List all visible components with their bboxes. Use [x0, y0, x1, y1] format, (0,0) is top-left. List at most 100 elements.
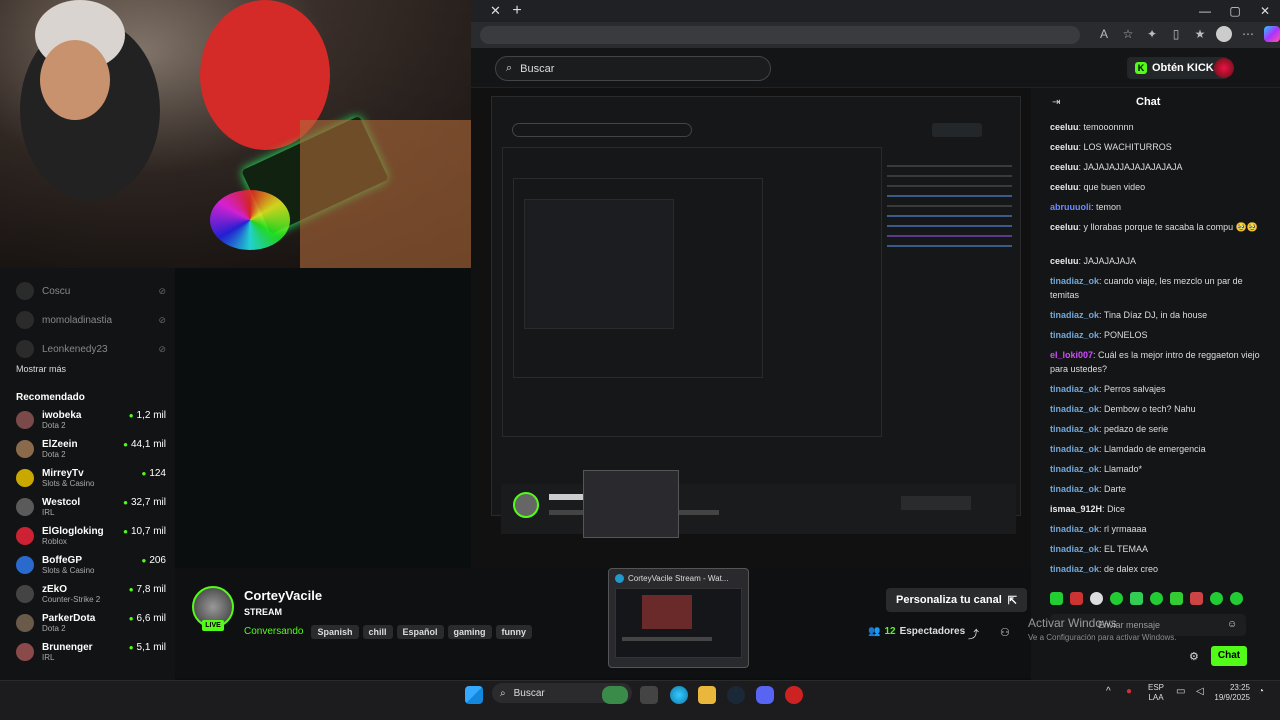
followed-channel[interactable]: Coscu ⊘ [16, 282, 166, 300]
stream-tag[interactable]: funny [495, 625, 533, 639]
steam-icon[interactable] [727, 686, 745, 704]
chat-username[interactable]: abruuuoli [1050, 202, 1091, 212]
recommended-channel[interactable]: iwobekaDota 2 1,2 mil [16, 410, 166, 430]
emote-icon[interactable] [1190, 592, 1203, 605]
share-icon[interactable]: ⤴ [968, 626, 979, 642]
emote-icon[interactable] [1230, 592, 1243, 605]
favorites-icon[interactable]: ★ [1192, 26, 1208, 42]
maximize-button[interactable]: ▢ [1220, 0, 1250, 22]
chat-username[interactable]: tinadiaz_ok [1050, 310, 1099, 320]
new-tab-button[interactable]: + [508, 2, 526, 20]
tray-chevron-icon[interactable]: ^ [1106, 686, 1111, 697]
chat-username[interactable]: tinadiaz_ok [1050, 424, 1099, 434]
chat-username[interactable]: tinadiaz_ok [1050, 484, 1099, 494]
chat-username[interactable]: tinadiaz_ok [1050, 544, 1099, 554]
chat-username[interactable]: ceeluu [1050, 256, 1079, 266]
emote-icon[interactable] [1170, 592, 1183, 605]
volume-icon[interactable]: ◁ [1196, 686, 1204, 697]
recommended-channel[interactable]: BrunengerIRL 5,1 mil [16, 642, 166, 662]
followed-channel[interactable]: Leonkenedy23 ⊘ [16, 340, 166, 358]
edge-browser-icon[interactable] [670, 686, 688, 704]
stream-tag[interactable]: chill [362, 625, 393, 639]
recording-app-icon[interactable] [785, 686, 803, 704]
url-field[interactable] [480, 26, 1080, 44]
emote-icon[interactable] [1070, 592, 1083, 605]
widgets-icon[interactable] [602, 686, 628, 704]
recommended-channel[interactable]: BoffeGPSlots & Casino 206 [16, 555, 166, 575]
stream-video-player[interactable] [471, 88, 1031, 568]
stream-tag[interactable]: gaming [447, 625, 492, 639]
stream-tag[interactable]: Español [396, 625, 444, 639]
chat-username[interactable]: tinadiaz_ok [1050, 524, 1099, 534]
chat-username[interactable]: el_loki007 [1050, 350, 1093, 360]
show-more-link[interactable]: Mostrar más [16, 364, 66, 374]
stream-category[interactable]: Conversando [244, 626, 303, 637]
nested-screen-4 [524, 199, 674, 329]
profile-icon[interactable] [1216, 26, 1232, 42]
chat-username[interactable]: tinadiaz_ok [1050, 564, 1099, 574]
chat-text: Llamdado de emergencia [1104, 444, 1206, 454]
recommended-channel[interactable]: WestcolIRL 32,7 mil [16, 497, 166, 517]
emote-icon[interactable] [1130, 592, 1143, 605]
followed-channel[interactable]: momoladinastia ⊘ [16, 311, 166, 329]
extensions-icon[interactable]: ✦ [1144, 26, 1160, 42]
channel-text: Westcol IRL [42, 497, 80, 517]
chat-username[interactable]: ceeluu [1050, 162, 1079, 172]
recommended-channel[interactable]: zEkOCounter-Strike 2 7,8 mil [16, 584, 166, 604]
chat-text: JAJAJAJAJA [1083, 256, 1137, 266]
more-options-icon[interactable]: ⋯ [1240, 26, 1256, 42]
chat-username[interactable]: ceeluu [1050, 122, 1079, 132]
windows-start-icon[interactable] [465, 686, 483, 704]
emoji-picker-icon[interactable]: ☺ [1227, 619, 1237, 630]
chat-message: abruuuoli: temon [1050, 200, 1260, 214]
minimize-button[interactable]: — [1190, 0, 1220, 22]
emote-icon[interactable] [1090, 592, 1103, 605]
chat-username[interactable]: tinadiaz_ok [1050, 444, 1099, 454]
search-input[interactable]: ⌕ Buscar [495, 56, 771, 81]
chat-username[interactable]: ceeluu [1050, 182, 1079, 192]
emote-icon[interactable] [1050, 592, 1063, 605]
stream-tag[interactable]: Spanish [311, 625, 359, 639]
chat-username[interactable]: tinadiaz_ok [1050, 464, 1099, 474]
network-icon[interactable]: ▭ [1176, 686, 1185, 697]
favorite-star-icon[interactable]: ☆ [1120, 26, 1136, 42]
chat-username[interactable]: ceeluu [1050, 142, 1079, 152]
nested-thumbnail-popup [583, 470, 679, 538]
file-explorer-icon[interactable] [698, 686, 716, 704]
customize-channel-button[interactable]: Personaliza tu canal ⇱ [886, 588, 1027, 612]
emote-icon[interactable] [1150, 592, 1163, 605]
chat-username[interactable]: ismaa_912H [1050, 504, 1102, 514]
chat-settings-gear-icon[interactable]: ⚙ [1189, 650, 1199, 663]
keyboard-language[interactable]: ESP LAA [1148, 683, 1164, 703]
recommended-channel[interactable]: ParkerDotaDota 2 6,6 mil [16, 613, 166, 633]
user-avatar[interactable] [1214, 58, 1234, 78]
discord-icon[interactable] [756, 686, 774, 704]
recommended-channel[interactable]: ElZeeinDota 2 44,1 mil [16, 439, 166, 459]
follow-user-icon[interactable]: ⚇ [1000, 626, 1010, 639]
copilot-icon[interactable] [1264, 26, 1280, 42]
recommended-channel[interactable]: MirreyTvSlots & Casino 124 [16, 468, 166, 488]
emote-icon[interactable] [1110, 592, 1123, 605]
taskbar-thumbnail-popup[interactable]: CorteyVacile Stream - Wat... [608, 568, 749, 668]
chat-username[interactable]: tinadiaz_ok [1050, 384, 1099, 394]
collapse-chat-icon[interactable]: ⇥ [1052, 97, 1060, 108]
channel-viewers: 7,8 mil [129, 584, 166, 595]
read-aloud-icon[interactable]: A [1096, 26, 1112, 42]
close-window-button[interactable]: ✕ [1250, 0, 1280, 22]
notifications-icon[interactable]: ◔ [1258, 686, 1264, 697]
chat-username[interactable]: tinadiaz_ok [1050, 330, 1099, 340]
recommended-channel[interactable]: ElGloglokingRoblox 10,7 mil [16, 526, 166, 546]
chat-username[interactable]: ceeluu [1050, 222, 1079, 232]
chat-username[interactable]: tinadiaz_ok [1050, 276, 1099, 286]
stream-meta: Conversando Spanish chill Español gaming fun… [244, 622, 536, 640]
close-tab-icon[interactable]: ✕ [490, 3, 501, 19]
chat-username[interactable]: tinadiaz_ok [1050, 404, 1099, 414]
get-kicks-button[interactable]: K Obtén KICKs [1127, 57, 1228, 79]
emote-icon[interactable] [1210, 592, 1223, 605]
task-view-icon[interactable] [640, 686, 658, 704]
send-chat-button[interactable]: Chat [1211, 646, 1247, 666]
tray-app-icon[interactable]: ● [1126, 686, 1132, 697]
split-screen-icon[interactable]: ▯ [1168, 26, 1184, 42]
clock[interactable]: 23:25 19/9/2025 [1214, 683, 1250, 703]
streamer-name[interactable]: CorteyVacile [244, 588, 322, 603]
